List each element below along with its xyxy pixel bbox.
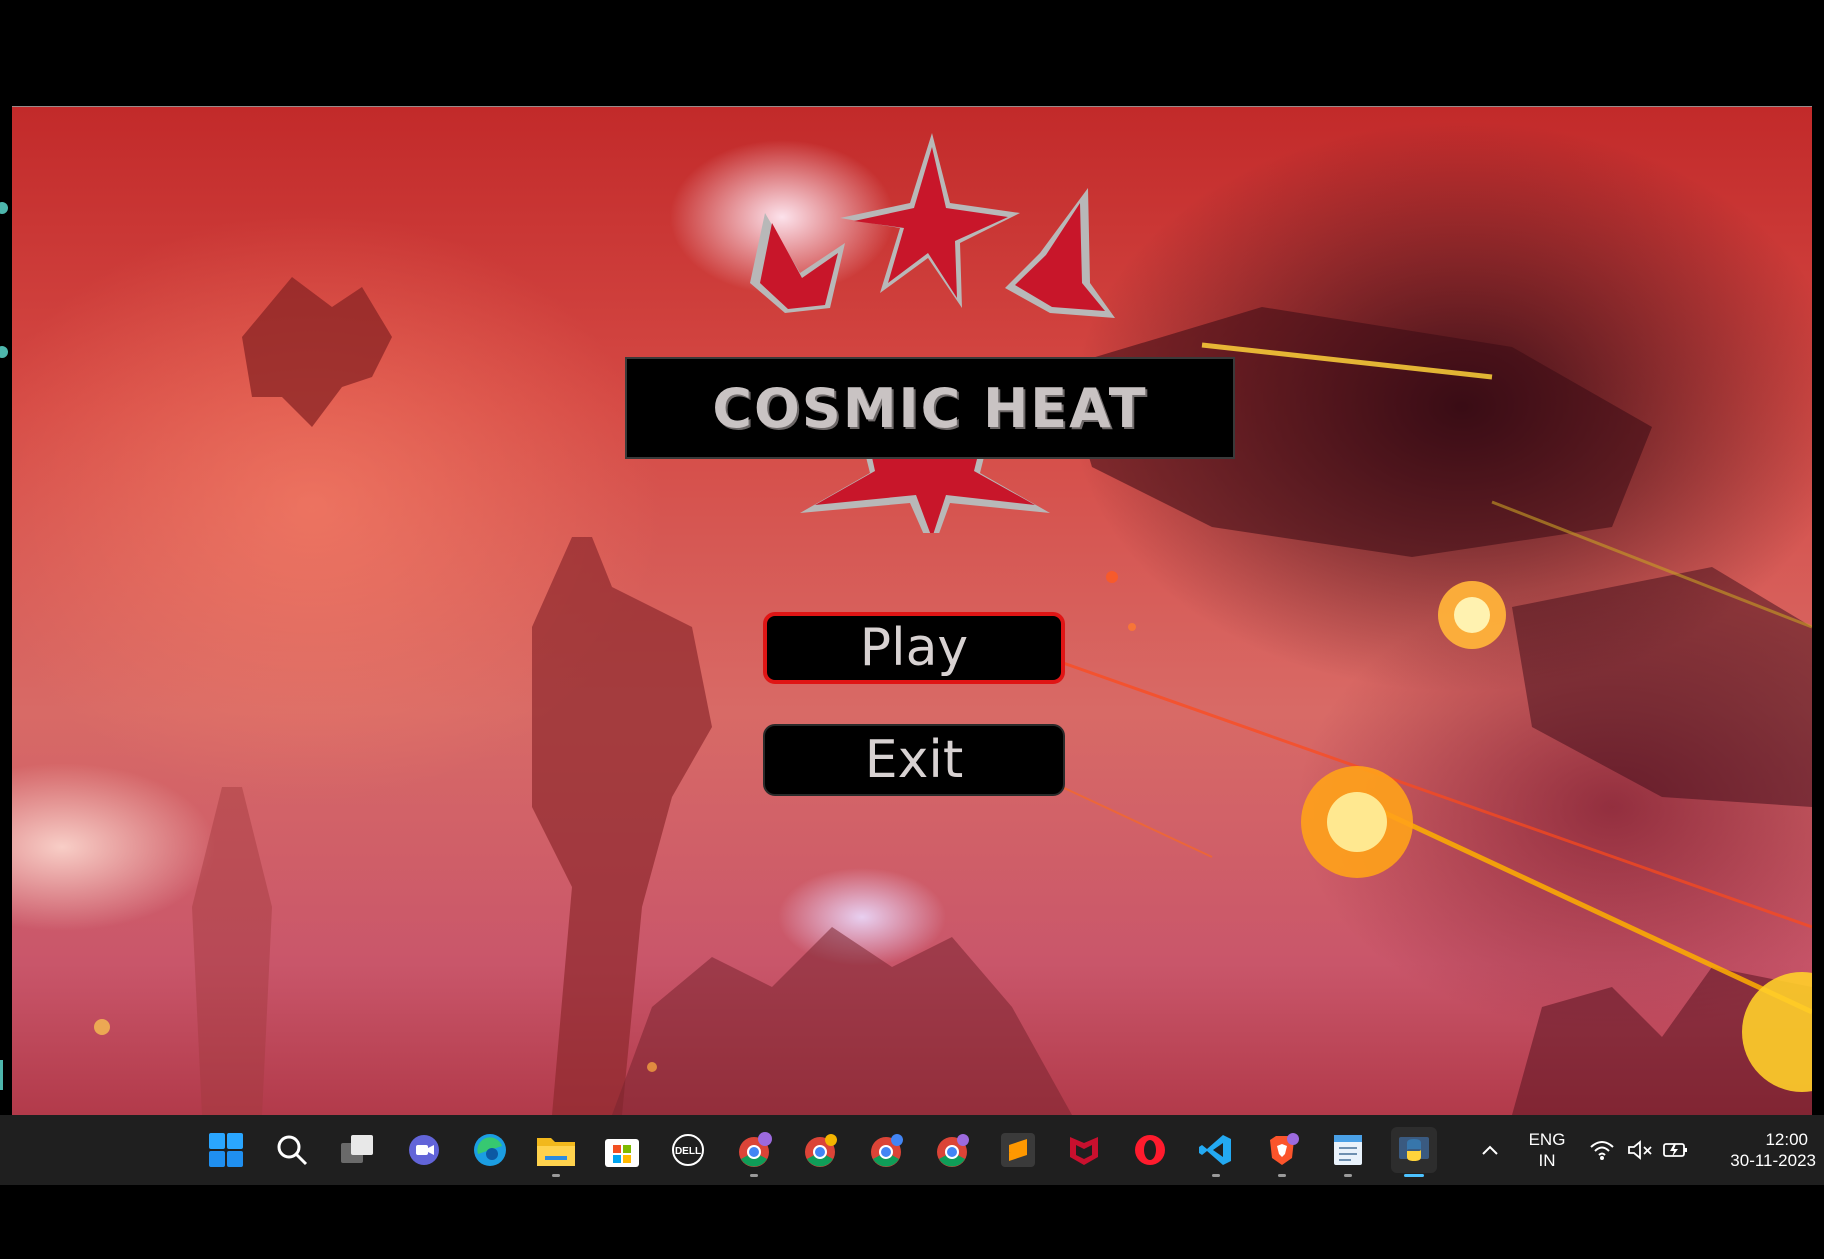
clock[interactable]: 12:00 30-11-2023 [1706, 1129, 1816, 1171]
language-code: ENG [1528, 1130, 1566, 1149]
exit-button[interactable]: Exit [763, 724, 1065, 796]
game-title: COSMIC HEAT [712, 376, 1148, 440]
laser-beam [1370, 804, 1812, 1015]
fireball [1327, 792, 1387, 852]
dell-icon[interactable]: DELL [665, 1127, 711, 1173]
region-code: IN [1538, 1151, 1556, 1170]
wifi-icon[interactable] [1582, 1127, 1622, 1173]
clock-date: 30-11-2023 [1730, 1151, 1816, 1170]
vscode-icon[interactable] [1193, 1127, 1239, 1177]
show-hidden-icons-chevron-icon[interactable] [1467, 1127, 1513, 1173]
sublime-text-icon[interactable] [995, 1127, 1041, 1173]
opera-icon[interactable] [1127, 1127, 1173, 1173]
laser-beam [1061, 786, 1213, 858]
station-silhouette-2 [1512, 567, 1812, 807]
game-window: COSMIC HEAT Play Exit [12, 106, 1812, 1115]
fireball [1454, 597, 1490, 633]
chrome-profile-2-icon[interactable] [797, 1127, 843, 1173]
game-logo: COSMIC HEAT [610, 133, 1250, 533]
mcafee-icon[interactable] [1061, 1127, 1107, 1173]
chrome-profile-1-icon[interactable] [731, 1127, 777, 1177]
chrome-profile-4-icon[interactable] [929, 1127, 975, 1173]
play-button[interactable]: Play [763, 612, 1065, 684]
brave-icon[interactable] [1259, 1127, 1305, 1177]
python-icon[interactable] [1391, 1127, 1437, 1177]
spaceship-silhouette [242, 277, 392, 427]
star-emblem-icon [750, 133, 1115, 533]
notepad-icon[interactable] [1325, 1127, 1371, 1177]
file-explorer-icon[interactable] [533, 1127, 579, 1177]
battery-charging-icon[interactable] [1656, 1127, 1696, 1173]
clock-time: 12:00 [1765, 1130, 1808, 1149]
title-plate: COSMIC HEAT [625, 357, 1235, 459]
teams-chat-icon[interactable] [401, 1127, 447, 1173]
svg-text:DELL: DELL [675, 1146, 701, 1157]
tower-silhouette-2 [192, 787, 272, 1115]
search-icon[interactable] [269, 1127, 315, 1173]
windows-start-icon[interactable] [203, 1127, 249, 1173]
edge-icon[interactable] [467, 1127, 513, 1173]
language-indicator[interactable]: ENG IN [1522, 1129, 1572, 1171]
volume-muted-icon[interactable] [1620, 1127, 1660, 1173]
microsoft-store-icon[interactable] [599, 1127, 645, 1173]
background-window-edge [0, 202, 8, 1090]
chrome-profile-3-icon[interactable] [863, 1127, 909, 1173]
task-view-icon[interactable] [335, 1127, 381, 1173]
taskbar: DELL ENG IN 12:00 30-11-2023 [0, 1115, 1824, 1185]
ruins-silhouette [612, 927, 1072, 1115]
